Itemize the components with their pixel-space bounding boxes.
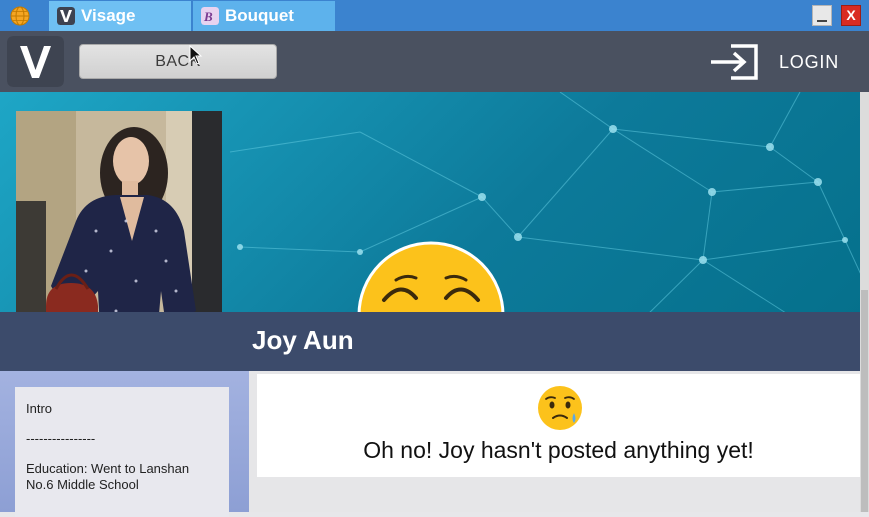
login-icon bbox=[711, 44, 758, 80]
app-header: BACK LOGIN bbox=[0, 31, 869, 92]
intro-title: Intro bbox=[26, 401, 53, 416]
intro-card: Intro ---------------- Education: Went t… bbox=[15, 387, 229, 517]
visage-v-icon bbox=[57, 7, 75, 25]
sad-tear-face-emoji bbox=[538, 386, 582, 430]
pleading-face-emoji bbox=[357, 241, 505, 315]
scrollbar-thumb[interactable] bbox=[861, 290, 868, 512]
visage-logo-icon[interactable] bbox=[7, 36, 64, 87]
tab-bouquet-label: Bouquet bbox=[225, 6, 294, 25]
mouse-cursor-icon bbox=[189, 45, 203, 65]
profile-name: Joy Aun bbox=[252, 325, 354, 355]
tab-visage[interactable]: Visage bbox=[49, 1, 191, 31]
tab-bouquet[interactable]: B Bouquet bbox=[193, 1, 335, 31]
minimize-button[interactable] bbox=[812, 5, 832, 26]
intro-education: Education: Went to Lanshan No.6 Middle S… bbox=[26, 461, 190, 492]
svg-text:B: B bbox=[203, 9, 213, 24]
profile-name-bar bbox=[0, 312, 869, 371]
empty-posts-message: Oh no! Joy hasn't posted anything yet! bbox=[363, 437, 754, 463]
globe-icon[interactable] bbox=[10, 6, 30, 26]
tab-visage-label: Visage bbox=[81, 6, 136, 25]
login-label: LOGIN bbox=[779, 52, 840, 72]
intro-divider: ---------------- bbox=[26, 431, 96, 446]
window-tab-bar: Visage B Bouquet X bbox=[0, 0, 869, 31]
bouquet-b-icon: B bbox=[201, 7, 219, 25]
close-button[interactable]: X bbox=[841, 5, 861, 26]
back-button[interactable]: BACK bbox=[79, 44, 277, 79]
